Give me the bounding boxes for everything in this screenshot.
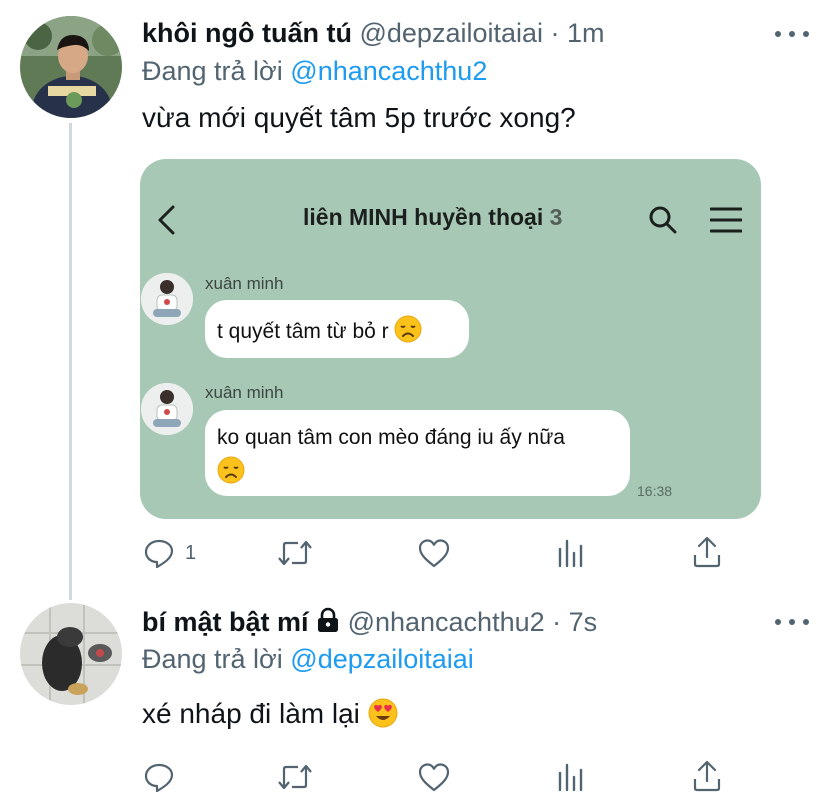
chevron-left-icon: [158, 205, 175, 235]
share-button[interactable]: [691, 759, 723, 793]
thread-connector-line: [69, 123, 72, 600]
tweet-text: vừa mới quyết tâm 5p trước xong?: [142, 102, 576, 133]
replying-to-label: Đang trả lời: [142, 644, 283, 674]
tweet-text: xé nháp đi làm lại: [142, 698, 360, 729]
chat-message-bubble: t quyết tâm từ bỏ r: [205, 300, 469, 358]
reply-button[interactable]: 1: [143, 537, 196, 569]
lock-icon: [318, 607, 339, 632]
reply-button[interactable]: [143, 761, 185, 793]
search-icon: [649, 206, 677, 234]
more-horizontal-icon[interactable]: [775, 618, 809, 626]
replying-to-mention[interactable]: @nhancachthu2: [290, 56, 487, 86]
separator-dot: ·: [550, 18, 560, 48]
chat-sender-name: xuân minh: [205, 274, 284, 293]
analytics-button[interactable]: [556, 761, 586, 793]
retweet-button[interactable]: [276, 761, 314, 793]
avatar[interactable]: [20, 603, 122, 705]
reply-count: 1: [185, 541, 197, 564]
author-name[interactable]: khôi ngô tuấn tú: [142, 18, 352, 48]
avatar[interactable]: [20, 16, 122, 118]
share-icon: [693, 536, 721, 568]
analytics-button[interactable]: [556, 537, 586, 569]
like-button[interactable]: [417, 761, 451, 793]
chat-group-name: liên MINH huyền thoại: [303, 204, 544, 230]
chat-sender-name: xuân minh: [205, 383, 284, 402]
analytics-icon: [558, 539, 583, 568]
analytics-icon: [558, 763, 583, 792]
hamburger-menu-icon: [710, 207, 742, 233]
chat-member-count: 3: [549, 204, 563, 230]
tweet-media-image[interactable]: liên MINH huyền thoại 3 xuân minh t quyế…: [140, 159, 761, 519]
tweet-header: bí mật bật mí @nhancachthu2 · 7s: [142, 606, 597, 638]
retweet-icon: [278, 764, 312, 790]
replying-to-label: Đang trả lời: [142, 56, 283, 86]
reply-icon: [144, 763, 174, 793]
chat-message-time: 16:38: [637, 483, 673, 499]
tweet-timestamp[interactable]: 1m: [567, 18, 605, 48]
chat-avatar: [141, 273, 193, 325]
author-handle[interactable]: @nhancachthu2: [348, 607, 545, 637]
chat-message-text: ko quan tâm con mèo đáng iu ấy nữa: [217, 426, 565, 449]
replying-to: Đang trả lời @depzailoitaiai: [142, 643, 474, 675]
reply-icon: [144, 539, 174, 569]
retweet-button[interactable]: [276, 537, 314, 569]
author-name[interactable]: bí mật bật mí: [142, 607, 309, 637]
more-horizontal-icon[interactable]: [775, 30, 809, 38]
share-icon: [693, 760, 721, 792]
author-handle[interactable]: @depzailoitaiai: [359, 18, 543, 48]
heart-icon: [418, 763, 450, 792]
disappointed-face-emoji: [217, 456, 245, 484]
heart-eyes-emoji: [368, 698, 398, 728]
heart-icon: [418, 539, 450, 568]
replying-to-mention[interactable]: @depzailoitaiai: [290, 644, 474, 674]
chat-message-text: t quyết tâm từ bỏ r: [217, 320, 389, 343]
chat-avatar: [141, 383, 193, 435]
tweet-text-container: xé nháp đi làm lại: [142, 697, 398, 731]
retweet-icon: [278, 540, 312, 566]
chat-message-bubble: ko quan tâm con mèo đáng iu ấy nữa: [205, 410, 630, 496]
separator-dot: ·: [552, 607, 562, 637]
share-button[interactable]: [691, 535, 723, 569]
disappointed-face-emoji: [394, 315, 422, 343]
tweet-timestamp[interactable]: 7s: [569, 607, 598, 637]
chat-title: liên MINH huyền thoại 3: [303, 204, 562, 231]
replying-to: Đang trả lời @nhancachthu2: [142, 55, 487, 87]
tweet-header: khôi ngô tuấn tú @depzailoitaiai · 1m: [142, 17, 605, 49]
like-button[interactable]: [417, 537, 451, 569]
